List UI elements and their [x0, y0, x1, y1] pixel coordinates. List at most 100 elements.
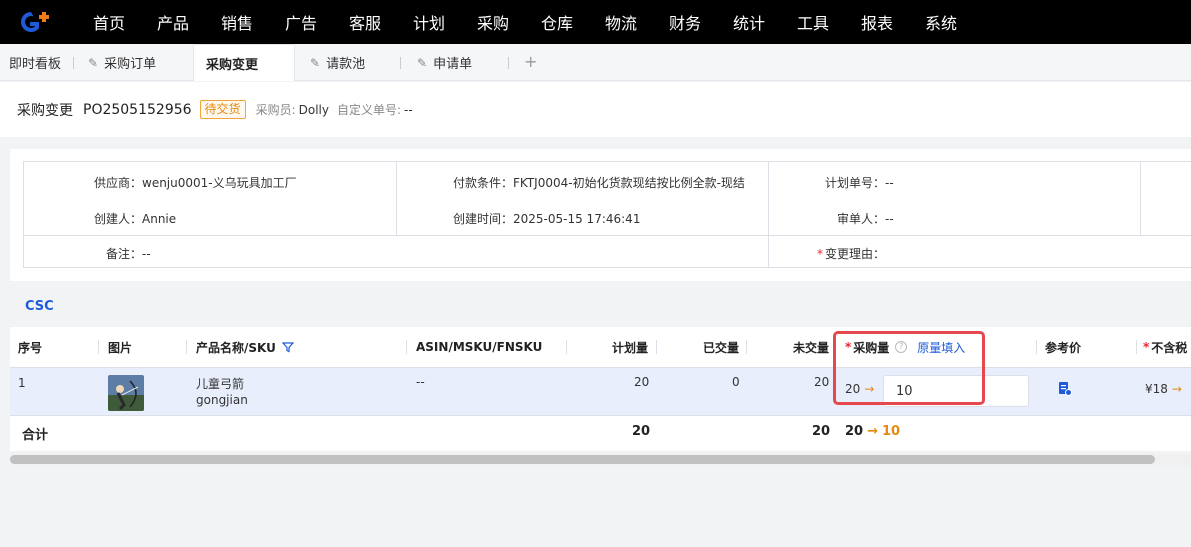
pin-icon[interactable]: ✎ — [88, 56, 98, 70]
row-planned: 20 — [634, 375, 650, 389]
divider — [396, 162, 397, 236]
remark-field: 备注：-- — [106, 247, 151, 261]
required-icon: * — [1143, 340, 1150, 354]
total-new-qty: 10 — [882, 424, 901, 439]
divider — [1140, 162, 1141, 236]
status-badge: 待交货 — [199, 100, 246, 119]
row-delivered: 0 — [732, 375, 740, 389]
col-divider — [98, 340, 99, 354]
change-reason-label: 变更理由： — [825, 247, 886, 261]
nav-item-sales[interactable]: 销售 — [205, 10, 269, 34]
arrow-icon: → — [1171, 382, 1182, 396]
po-number: PO2505152956 — [83, 101, 192, 118]
total-undelivered: 20 — [812, 424, 831, 439]
tab-label: 即时看板 — [9, 57, 62, 72]
horizontal-scrollbar[interactable] — [10, 455, 1155, 464]
tab-dashboard[interactable]: 即时看板 — [9, 44, 61, 81]
main-menu: 首页 产品 销售 广告 客服 计划 采购 仓库 物流 财务 统计 工具 报表 系… — [77, 0, 973, 44]
nav-item-reports[interactable]: 报表 — [845, 10, 909, 34]
nav-item-warehouse[interactable]: 仓库 — [525, 10, 589, 34]
filter-icon[interactable] — [281, 341, 294, 353]
tab-divider — [508, 57, 509, 69]
nav-item-home[interactable]: 首页 — [77, 10, 141, 34]
supplier-section-label: CSC — [25, 299, 54, 314]
col-divider — [656, 340, 657, 354]
tab-bar: 即时看板 ✎ 采购订单 采购变更 ✎ 请款池 ✎ 申请单 + — [0, 44, 1191, 81]
col-asin: ASIN/MSKU/FNSKU — [416, 340, 543, 354]
order-info-table: 供应商：wenju0001-义乌玩具加工厂 付款条件：FKTJ0004-初始化货… — [23, 161, 1191, 268]
col-image: 图片 — [108, 340, 133, 355]
product-thumbnail[interactable] — [108, 375, 144, 411]
col-untaxed-label: 不含税 — [1151, 340, 1188, 355]
nav-item-purchase[interactable]: 采购 — [461, 10, 525, 34]
row-undelivered: 20 — [814, 375, 830, 389]
top-nav: 首页 产品 销售 广告 客服 计划 采购 仓库 物流 财务 统计 工具 报表 系… — [0, 0, 1191, 44]
nav-item-stats[interactable]: 统计 — [717, 10, 781, 34]
pin-icon[interactable]: ✎ — [310, 56, 320, 70]
nav-item-tools[interactable]: 工具 — [781, 10, 845, 34]
tab-purchase-order[interactable]: ✎ 采购订单 — [88, 44, 156, 81]
arrow-icon: → — [867, 424, 878, 439]
app-logo[interactable] — [0, 0, 64, 44]
col-divider — [406, 340, 407, 354]
required-icon: * — [845, 340, 852, 354]
tab-payment-pool[interactable]: ✎ 请款池 — [310, 44, 365, 81]
required-icon: * — [817, 247, 823, 261]
row-orig-qty: 20 → — [845, 382, 878, 396]
order-info-card: 供应商：wenju0001-义乌玩具加工厂 付款条件：FKTJ0004-初始化货… — [10, 149, 1191, 281]
nav-item-finance[interactable]: 财务 — [653, 10, 717, 34]
row-asin: -- — [416, 375, 425, 389]
tab-application[interactable]: ✎ 申请单 — [417, 44, 472, 81]
change-reason-field[interactable]: * 变更理由： — [817, 245, 885, 262]
help-icon[interactable]: ? — [895, 341, 908, 353]
buyer-label: 采购员: — [255, 103, 296, 117]
tab-label: 请款池 — [326, 57, 366, 72]
tab-divider — [73, 57, 74, 69]
col-divider — [186, 340, 187, 354]
total-purchase-qty: 20 → 10 — [845, 424, 900, 439]
nav-item-product[interactable]: 产品 — [141, 10, 205, 34]
page-title: 采购变更 — [17, 102, 73, 119]
col-undelivered: 未交量 — [793, 340, 830, 355]
divider — [768, 162, 769, 268]
plan-number-field: 计划单号：-- — [825, 176, 894, 190]
col-product-label: 产品名称/SKU — [196, 340, 276, 355]
created-time-field: 创建时间：2025-05-15 17:46:41 — [453, 212, 641, 226]
price-value: ¥18 — [1145, 382, 1168, 396]
purchase-qty-input[interactable] — [883, 375, 1029, 407]
product-table: 序号 图片 产品名称/SKU ASIN/MSKU/FNSKU 计划量 已交量 未… — [10, 327, 1191, 451]
product-name: 儿童弓箭 — [196, 377, 245, 391]
nav-item-service[interactable]: 客服 — [333, 10, 397, 34]
product-image — [108, 375, 144, 411]
tab-divider — [400, 57, 401, 69]
col-ref-price: 参考价 — [1045, 340, 1082, 355]
tab-purchase-change[interactable]: 采购变更 — [193, 44, 295, 81]
nav-item-logistics[interactable]: 物流 — [589, 10, 653, 34]
col-purchase-qty-label: 采购量 — [853, 340, 890, 355]
col-delivered: 已交量 — [703, 340, 740, 355]
col-seq: 序号 — [18, 340, 43, 355]
nav-item-ads[interactable]: 广告 — [269, 10, 333, 34]
add-tab-button[interactable]: + — [524, 52, 537, 71]
col-divider — [1136, 340, 1137, 354]
pin-icon[interactable]: ✎ — [417, 56, 427, 70]
logo-icon — [21, 12, 49, 32]
total-label: 合计 — [22, 428, 49, 443]
nav-item-plan[interactable]: 计划 — [397, 10, 461, 34]
orig-qty-value: 20 — [845, 382, 861, 396]
custom-no-value: -- — [404, 102, 413, 117]
divider — [24, 235, 1191, 236]
nav-item-system[interactable]: 系统 — [909, 10, 973, 34]
custom-no-label: 自定义单号: — [336, 103, 402, 117]
supplier-field: 供应商：wenju0001-义乌玩具加工厂 — [94, 176, 297, 190]
tab-label: 申请单 — [433, 57, 473, 72]
price-detail-icon[interactable] — [1057, 381, 1073, 397]
fill-original-link[interactable]: 原量填入 — [917, 339, 965, 356]
arrow-icon: → — [864, 382, 875, 396]
total-orig-qty: 20 — [845, 424, 864, 439]
buyer-value: Dolly — [298, 102, 329, 117]
col-divider — [746, 340, 747, 354]
col-purchase-qty: * 采购量 ? 原量填入 — [845, 327, 965, 367]
col-divider — [1036, 340, 1037, 354]
row-untaxed-price: ¥18 → — [1145, 382, 1186, 396]
